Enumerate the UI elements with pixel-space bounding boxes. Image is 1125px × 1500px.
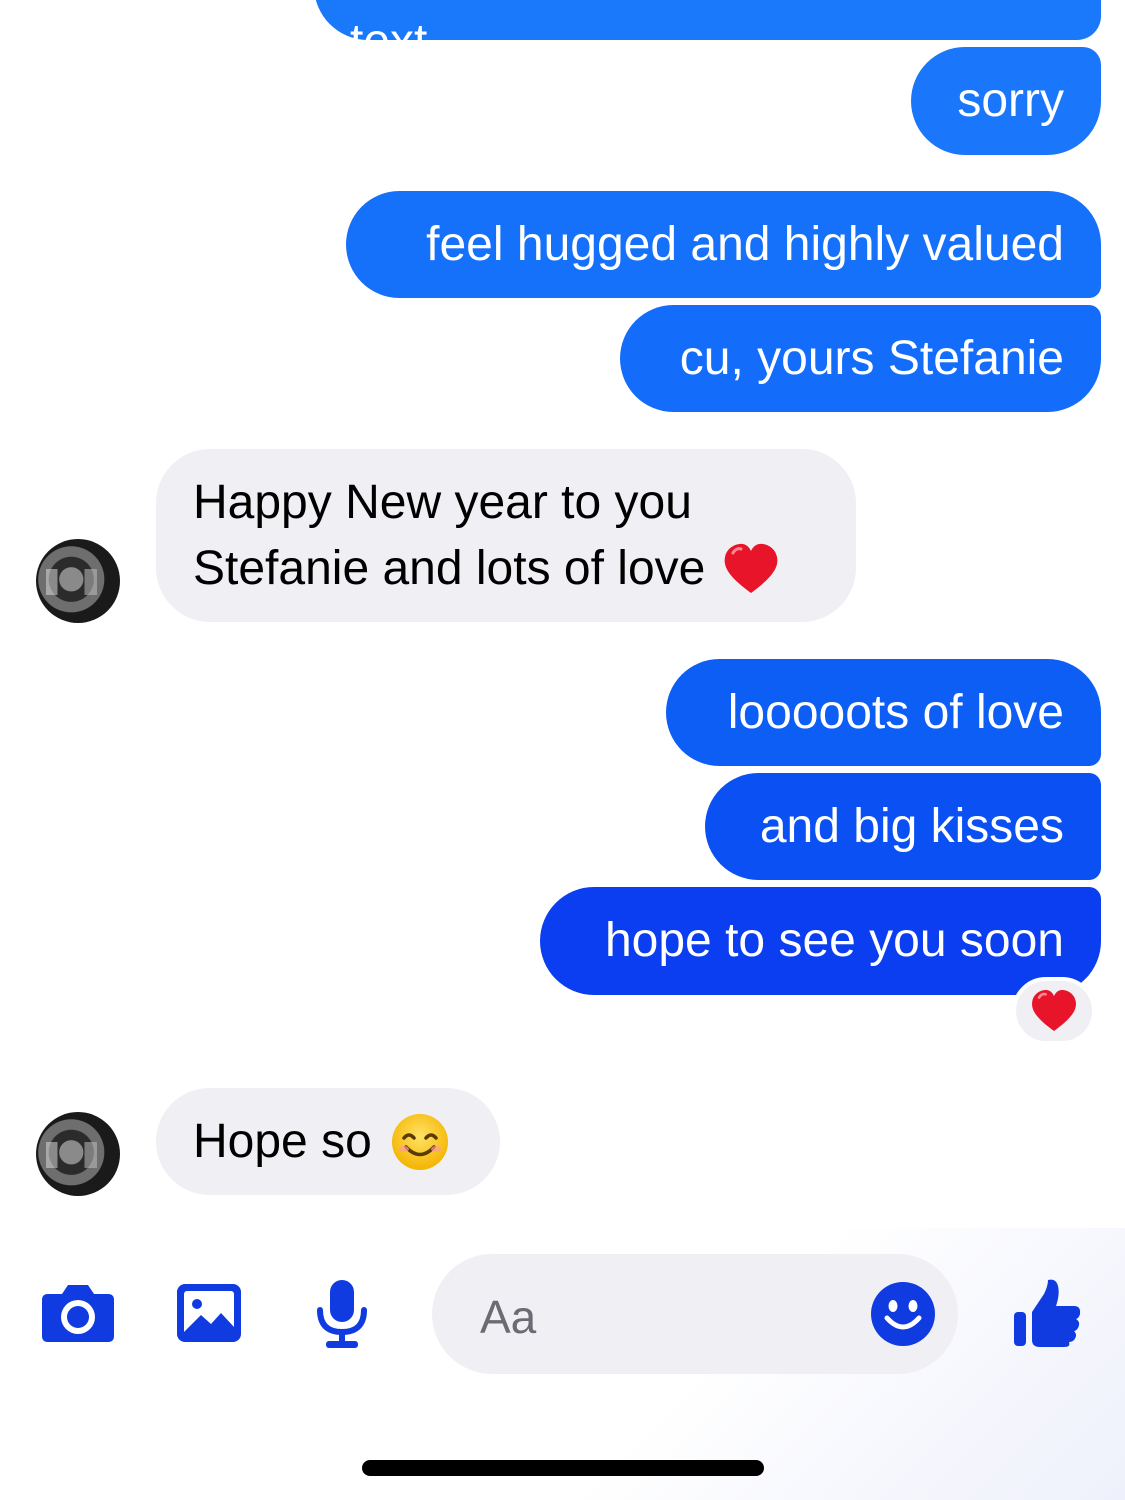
- message-text: and big kisses: [759, 799, 1064, 853]
- camera-icon: [42, 1285, 114, 1342]
- message-text-line: Stefanie and lots of love: [193, 541, 706, 595]
- message-bubble-outgoing[interactable]: and big kisses: [705, 773, 1101, 880]
- smiling-face-icon: [391, 1113, 448, 1170]
- message-text: hope to see you soon: [604, 914, 1064, 967]
- message-text-line: Happy New year to you: [193, 475, 692, 529]
- red-heart-icon: [1032, 990, 1076, 1031]
- message-bubble-outgoing[interactable]: cu, yours Stefanie: [620, 305, 1101, 412]
- message-text: cu, yours Stefanie: [679, 331, 1064, 385]
- camera-button[interactable]: [40, 1282, 116, 1344]
- microphone-icon: [317, 1280, 367, 1348]
- message-bubble-outgoing[interactable]: hope to see you soon: [540, 887, 1101, 995]
- emoji-icon: [871, 1282, 935, 1346]
- photo-gallery-button[interactable]: [175, 1282, 243, 1344]
- voice-message-button[interactable]: [314, 1278, 370, 1350]
- message-bubble-incoming[interactable]: Hope so: [156, 1088, 500, 1195]
- message-bubble-outgoing[interactable]: feel hugged and highly valued: [346, 191, 1101, 298]
- message-bubble-outgoing[interactable]: sorry: [911, 47, 1101, 155]
- message-text-line-wrap: Stefanie and lots of love: [193, 536, 781, 602]
- red-heart-icon: [724, 543, 778, 593]
- message-text: sorry: [957, 74, 1064, 127]
- message-text: looooots of love: [727, 685, 1064, 739]
- message-text: Hope so: [193, 1114, 372, 1168]
- message-text: text: [350, 15, 428, 68]
- message-input-placeholder: Aa: [480, 1291, 537, 1343]
- emoji-button[interactable]: [869, 1280, 937, 1348]
- message-reaction[interactable]: [1012, 977, 1096, 1045]
- home-indicator: [362, 1460, 764, 1476]
- message-bubble-outgoing[interactable]: looooots of love: [666, 659, 1101, 766]
- thumbs-up-icon: [1014, 1279, 1081, 1347]
- like-button[interactable]: [1012, 1276, 1082, 1348]
- message-bubble-incoming[interactable]: Happy New year to you Stefanie and lots …: [156, 449, 856, 622]
- contact-avatar[interactable]: [36, 539, 120, 623]
- message-text: feel hugged and highly valued: [426, 217, 1064, 271]
- message-input[interactable]: Aa: [432, 1254, 958, 1374]
- photo-icon: [177, 1284, 241, 1342]
- contact-avatar[interactable]: [36, 1112, 120, 1196]
- message-bubble-outgoing[interactable]: text: [314, 0, 1101, 66]
